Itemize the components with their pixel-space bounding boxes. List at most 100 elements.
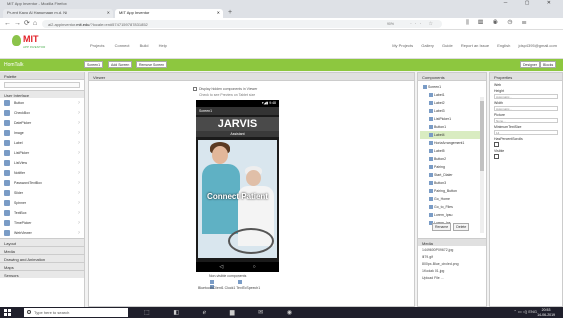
palette-category-sensors[interactable]: Sensors	[0, 270, 84, 278]
language-indicator[interactable]: ENG	[528, 309, 537, 314]
link-gallery[interactable]: Gallery	[421, 43, 434, 48]
upload-file-button[interactable]: Upload File ...	[418, 275, 486, 282]
windows-start-icon[interactable]	[4, 309, 11, 316]
jarvis-label[interactable]: JARVIS	[196, 117, 279, 131]
palette-item-webviewer[interactable]: WebViewer?	[0, 228, 84, 238]
help-icon[interactable]: ?	[78, 170, 80, 175]
palette-category-user-interface[interactable]: User Interface	[0, 90, 84, 98]
tree-item[interactable]: Label2	[420, 99, 484, 107]
help-icon[interactable]: ?	[78, 190, 80, 195]
media-item[interactable]: 800px-Blue_circled.png	[418, 261, 486, 268]
checkbox[interactable]	[193, 87, 197, 92]
account-menu[interactable]: jdsp4395@gmail.com	[518, 43, 557, 48]
menu-projects[interactable]: Projects	[90, 43, 104, 48]
tree-item-selected[interactable]: Label4	[420, 131, 484, 139]
palette-item-button[interactable]: Button?	[0, 98, 84, 108]
palette-item-notifier[interactable]: Notifier?	[0, 168, 84, 178]
new-tab-icon[interactable]: +	[228, 9, 232, 16]
system-tray[interactable]: ⌃ ▭ ◁) ENG	[513, 309, 537, 314]
palette-item-textbox[interactable]: TextBox?	[0, 208, 84, 218]
hidden-components-toggle[interactable]: Display hidden components in Viewer	[193, 87, 257, 92]
help-icon[interactable]: ?	[78, 100, 80, 105]
tree-item[interactable]: HorizArrangement1	[420, 139, 484, 147]
help-icon[interactable]: ?	[78, 130, 80, 135]
screen-selector-button[interactable]: Screen1	[84, 61, 104, 68]
tree-item[interactable]: Label1	[420, 91, 484, 99]
bluetooth-icon[interactable]	[210, 280, 214, 284]
tree-item[interactable]: Label5	[420, 147, 484, 155]
tree-item[interactable]: Button3	[420, 179, 484, 187]
tree-scrollbar[interactable]	[480, 97, 484, 233]
palette-category-media[interactable]: Media	[0, 246, 84, 254]
help-icon[interactable]: ?	[78, 140, 80, 145]
help-icon[interactable]: ?	[78, 200, 80, 205]
connect-patient-button[interactable]: Connect Patient	[198, 140, 277, 258]
zoom-badge[interactable]: 90%	[387, 22, 394, 26]
address-bar[interactable]: ai2.appinventor.mit.edu/?locale=en#57471…	[42, 20, 442, 28]
assistant-label[interactable]: Assistant	[196, 131, 279, 137]
help-icon[interactable]: ?	[78, 110, 80, 115]
help-icon[interactable]: ?	[78, 150, 80, 155]
tablet-preview-toggle[interactable]: Check to see Preview on Tablet size	[199, 93, 255, 97]
app-logo[interactable]: MIT APP INVENTOR	[12, 33, 52, 55]
palette-category-maps[interactable]: Maps	[0, 262, 84, 270]
taskbar-clock[interactable]: 20:53 14-06-2019	[537, 308, 555, 317]
browser-tab-active[interactable]: MIT App Inventor ✕	[115, 9, 223, 18]
tree-item-screen1[interactable]: Screen1	[420, 83, 484, 91]
remove-screen-button[interactable]: Remove Screen	[136, 61, 168, 68]
tree-item[interactable]: Button1	[420, 123, 484, 131]
help-icon[interactable]: ?	[78, 210, 80, 215]
menu-connect[interactable]: Connect	[115, 43, 130, 48]
palette-item-label[interactable]: Label?	[0, 138, 84, 148]
help-icon[interactable]: ?	[78, 180, 80, 185]
tree-item[interactable]: Go_to_Files	[420, 203, 484, 211]
tree-item[interactable]: Label3	[420, 107, 484, 115]
palette-item-slider[interactable]: Slider?	[0, 188, 84, 198]
menu-help[interactable]: Help	[159, 43, 167, 48]
tree-item[interactable]: Go_Home	[420, 195, 484, 203]
taskbar-search-input[interactable]: Type here to search	[24, 308, 128, 317]
help-icon[interactable]: ?	[78, 220, 80, 225]
palette-category-layout[interactable]: Layout	[0, 238, 84, 246]
tree-item[interactable]: Start_Dialer	[420, 171, 484, 179]
palette-item-listview[interactable]: ListView?	[0, 158, 84, 168]
designer-button[interactable]: Designer	[520, 61, 541, 68]
tree-item[interactable]: Button2	[420, 155, 484, 163]
pinned-app-icons[interactable]: ⬚ ◧ ℯ ▆ ✉ ◉	[144, 309, 303, 316]
palette-search-input[interactable]	[4, 82, 80, 88]
media-item[interactable]: 1Kodak 01.jpg	[418, 268, 486, 275]
rename-button[interactable]: Rename	[432, 223, 452, 231]
tree-item[interactable]: ListPicker1	[420, 115, 484, 123]
nav-buttons[interactable]: ←→⟳⌂	[4, 19, 40, 27]
blocks-button[interactable]: Blocks	[540, 61, 557, 68]
language-selector[interactable]: English	[497, 43, 510, 48]
palette-category-drawing[interactable]: Drawing and Animation	[0, 254, 84, 262]
help-icon[interactable]: ?	[78, 230, 80, 235]
close-tab-icon[interactable]: ✕	[107, 10, 110, 15]
palette-item-checkbox[interactable]: CheckBox?	[0, 108, 84, 118]
link-guide[interactable]: Guide	[442, 43, 453, 48]
scrollbar-thumb[interactable]	[480, 101, 484, 171]
palette-item-image[interactable]: Image?	[0, 128, 84, 138]
help-icon[interactable]: ?	[78, 160, 80, 165]
palette-item-spinner[interactable]: Spinner?	[0, 198, 84, 208]
tree-item[interactable]: Lorem_Ipsu	[420, 211, 484, 219]
extension-icons[interactable]: ⫼ ▥ ◉ ◷ ☰	[466, 20, 530, 27]
help-icon[interactable]: ?	[78, 120, 80, 125]
delete-button[interactable]: Delete	[453, 223, 470, 231]
window-controls[interactable]: ─ ▢ ✕	[504, 0, 559, 6]
tree-item[interactable]: Pairing	[420, 163, 484, 171]
link-report-issue[interactable]: Report an Issue	[461, 43, 489, 48]
close-tab-icon[interactable]: ✕	[217, 10, 220, 15]
visible-checkbox[interactable]	[494, 154, 499, 159]
add-screen-button[interactable]: Add Screen	[108, 61, 133, 68]
bookmark-star-icon[interactable]: ··· ☆	[410, 21, 436, 27]
palette-item-datepicker[interactable]: DatePicker?	[0, 118, 84, 128]
clock-icon[interactable]	[238, 280, 242, 284]
link-my-projects[interactable]: My Projects	[392, 43, 413, 48]
palette-item-timepicker[interactable]: TimePicker?	[0, 218, 84, 228]
media-item[interactable]: 1449600P09672.jpg	[418, 247, 486, 254]
palette-item-listpicker[interactable]: ListPicker?	[0, 148, 84, 158]
tree-item[interactable]: Pairing_Button	[420, 187, 484, 195]
palette-item-passwordtextbox[interactable]: PasswordTextBox?	[0, 178, 84, 188]
